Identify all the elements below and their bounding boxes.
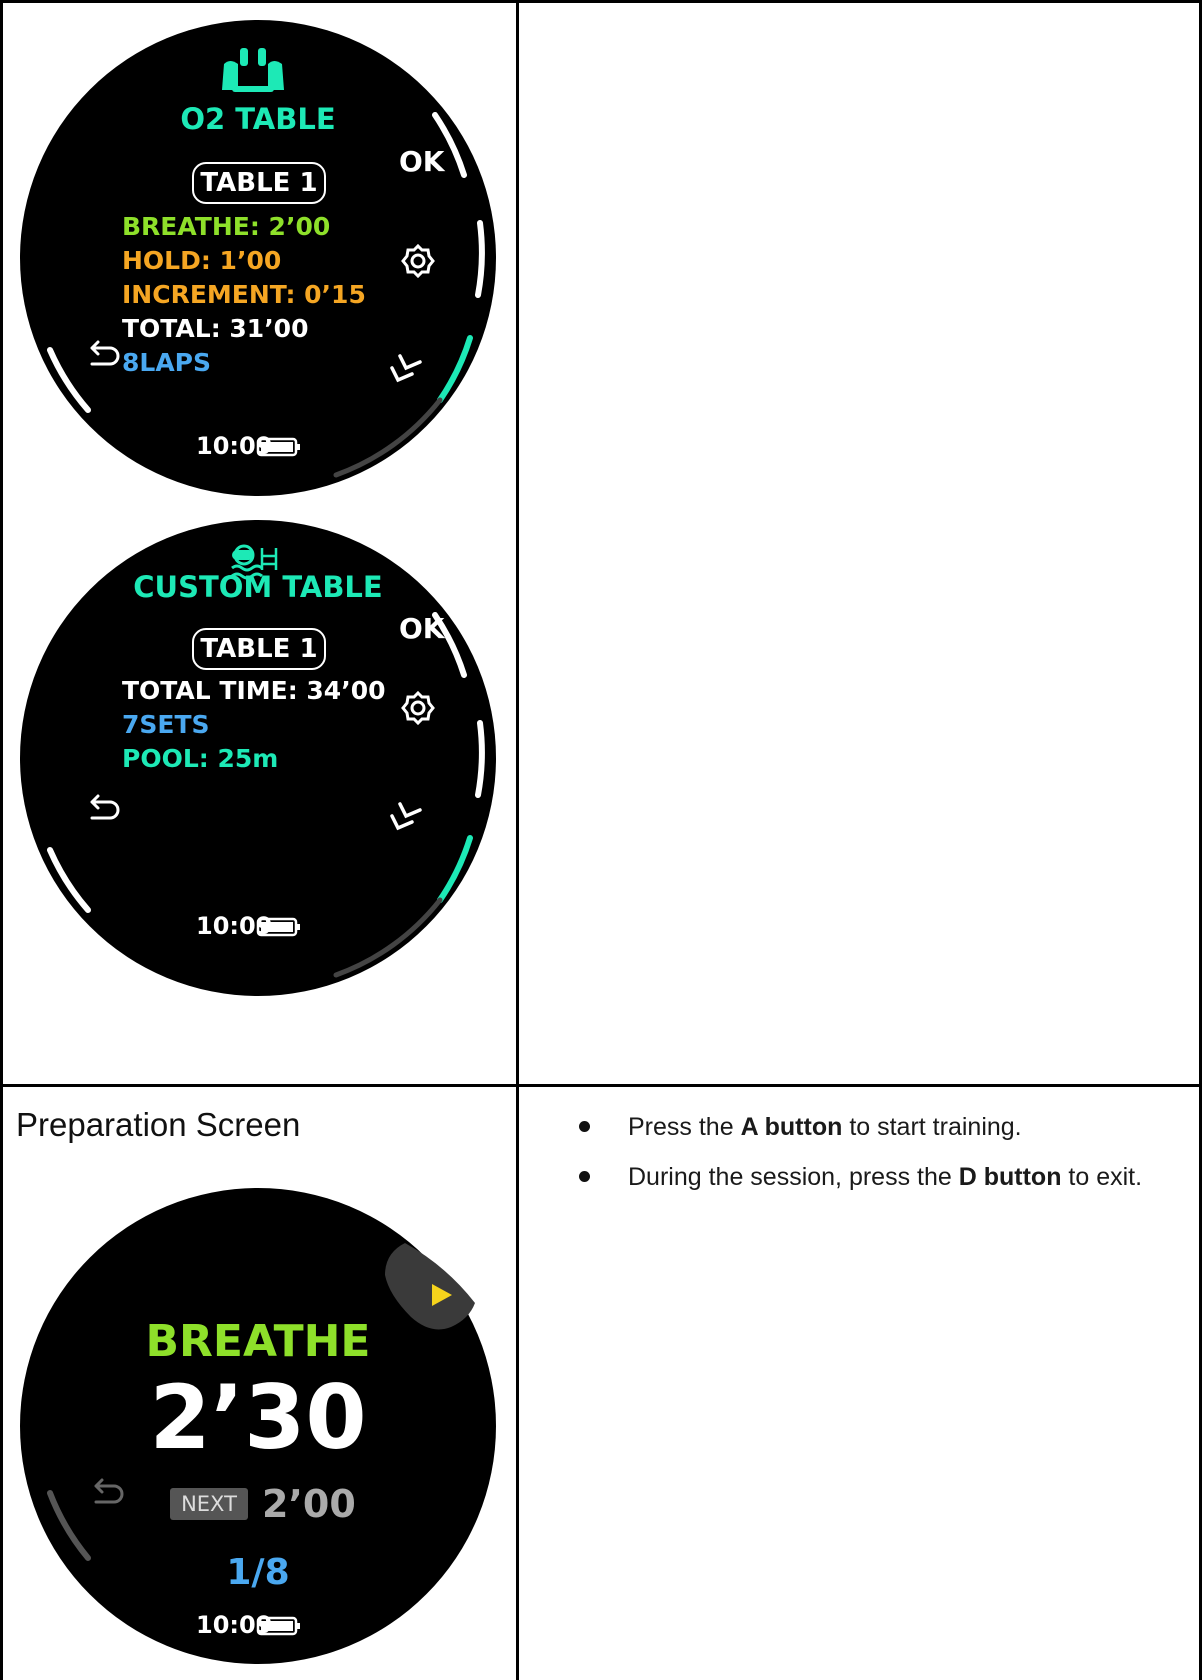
phase-label: BREATHE bbox=[145, 1316, 371, 1367]
clock-time: 10:09 bbox=[196, 432, 273, 460]
watch-screen-o2-table: O2 TABLE OK TABLE 1 BREATHE: 2’00 HOLD: … bbox=[20, 20, 496, 496]
back-icon bbox=[94, 1478, 124, 1504]
watch-screen-preparation: BREATHE 2’30 NEXT 2’00 1/8 10:09 bbox=[20, 1188, 496, 1664]
settings-bezel-arc bbox=[475, 220, 485, 298]
next-value: 2’00 bbox=[262, 1482, 356, 1526]
next-badge: NEXT bbox=[170, 1488, 248, 1520]
instructions-list: Press the A button to start training. Du… bbox=[548, 1102, 1168, 1202]
table-column-divider bbox=[516, 0, 519, 1680]
back-bezel-arc bbox=[47, 1490, 91, 1561]
watch-screen-custom-table: CUSTOM TABLE OK TABLE 1 TOTAL TIME: 34’0… bbox=[20, 520, 496, 996]
table-selector-label: TABLE 1 bbox=[200, 168, 318, 198]
clock-time: 10:09 bbox=[196, 1611, 273, 1639]
bullet-dot-icon bbox=[579, 1171, 590, 1182]
down-chevron-icon bbox=[390, 354, 422, 383]
back-icon bbox=[90, 340, 120, 366]
ok-label[interactable]: OK bbox=[399, 612, 445, 645]
watch-title: O2 TABLE bbox=[180, 102, 336, 136]
back-bezel-arc bbox=[47, 347, 91, 413]
table-row-divider bbox=[0, 1084, 1202, 1087]
gear-icon bbox=[401, 690, 435, 726]
section-heading: Preparation Screen bbox=[16, 1106, 301, 1143]
down-bezel-arc bbox=[437, 335, 473, 403]
ok-label[interactable]: OK bbox=[399, 145, 445, 178]
gear-icon bbox=[401, 243, 435, 279]
watch-title: CUSTOM TABLE bbox=[133, 570, 383, 604]
sets-value: 7SETS bbox=[122, 710, 210, 739]
back-bezel-arc bbox=[47, 847, 91, 913]
bullet-dot-icon bbox=[579, 1121, 590, 1132]
clock-time: 10:09 bbox=[196, 912, 273, 940]
down-bezel-arc bbox=[437, 835, 473, 903]
a-button-ref: A button bbox=[740, 1113, 843, 1141]
countdown-timer: 2’30 bbox=[149, 1366, 367, 1469]
table-selector-label: TABLE 1 bbox=[200, 634, 318, 664]
hold-value: HOLD: 1’00 bbox=[122, 246, 282, 275]
scroll-track-arc bbox=[333, 397, 443, 478]
lungs-icon bbox=[222, 48, 284, 92]
breathe-value: BREATHE: 2’00 bbox=[122, 212, 331, 241]
lap-progress: 1/8 bbox=[226, 1552, 290, 1593]
back-icon bbox=[90, 794, 120, 820]
pool-value: POOL: 25m bbox=[122, 744, 279, 773]
laps-value: 8LAPS bbox=[122, 348, 212, 377]
table-selector[interactable]: TABLE 1 bbox=[192, 628, 326, 670]
table-border-left bbox=[0, 0, 3, 1680]
d-button-ref: D button bbox=[958, 1163, 1062, 1191]
list-item: During the session, press the D button t… bbox=[548, 1152, 1168, 1202]
settings-bezel-arc bbox=[475, 720, 485, 798]
table-selector[interactable]: TABLE 1 bbox=[192, 162, 326, 204]
down-chevron-icon bbox=[390, 802, 422, 831]
list-item: Press the A button to start training. bbox=[548, 1102, 1168, 1152]
total-value: TOTAL: 31’00 bbox=[122, 314, 309, 343]
total-time-value: TOTAL TIME: 34’00 bbox=[122, 676, 386, 705]
increment-value: INCREMENT: 0’15 bbox=[122, 280, 366, 309]
table-border-top bbox=[0, 0, 1202, 3]
scroll-track-arc bbox=[333, 897, 443, 978]
